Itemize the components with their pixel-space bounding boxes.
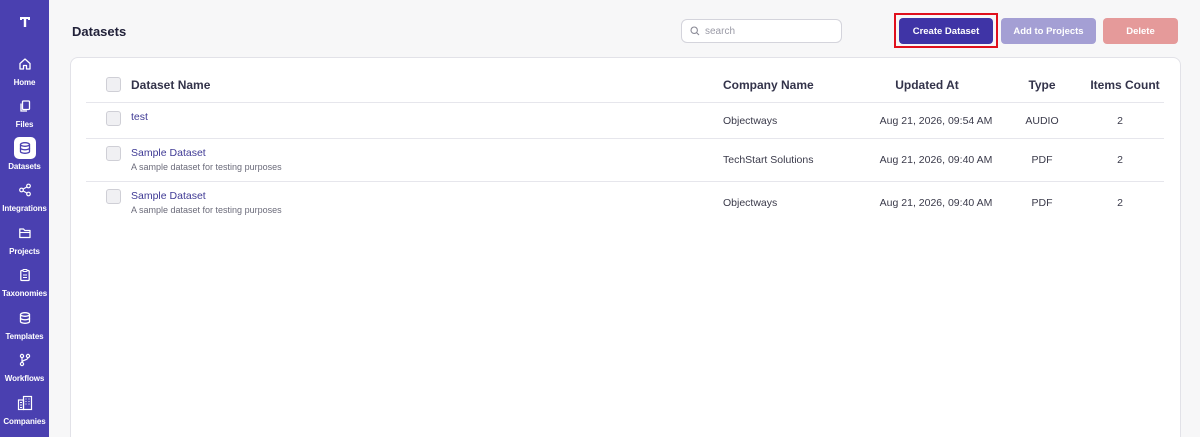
search-box[interactable]: [681, 19, 842, 43]
sidebar-item-label: Templates: [5, 332, 44, 341]
column-header-dataset-name[interactable]: Dataset Name: [131, 78, 210, 92]
header-divider: [86, 102, 1164, 103]
database-icon: [13, 137, 36, 159]
sidebar-item-templates[interactable]: Templates: [0, 306, 49, 348]
sidebar-item-label: Workflows: [4, 374, 45, 383]
sidebar-item-integrations[interactable]: Integrations: [0, 178, 49, 220]
datasets-table-card: [70, 57, 1181, 437]
company-name-cell: Objectways: [723, 115, 778, 127]
column-header-type[interactable]: Type: [1028, 78, 1055, 92]
dataset-name-link[interactable]: Sample Dataset: [131, 190, 206, 202]
home-icon: [14, 53, 36, 75]
row-checkbox[interactable]: [106, 189, 121, 204]
page-title: Datasets: [72, 24, 127, 39]
items-count-cell: 2: [1117, 154, 1123, 166]
delete-button[interactable]: Delete: [1103, 18, 1178, 44]
app-logo[interactable]: [0, 10, 49, 34]
column-header-company-name[interactable]: Company Name: [723, 78, 814, 92]
sidebar: Home Files Datasets Integrations Project…: [0, 0, 49, 437]
type-cell: PDF: [1031, 154, 1053, 166]
share-icon: [14, 179, 36, 201]
column-header-items-count[interactable]: Items Count: [1090, 78, 1159, 92]
updated-at-cell: Aug 21, 2026, 09:40 AM: [879, 197, 993, 209]
sidebar-item-workflows[interactable]: Workflows: [0, 348, 49, 390]
row-checkbox[interactable]: [106, 146, 121, 161]
sidebar-item-datasets[interactable]: Datasets: [0, 136, 49, 178]
logo-icon: [19, 17, 30, 27]
sidebar-item-files[interactable]: Files: [0, 94, 49, 136]
clipboard-icon: [14, 264, 36, 286]
row-divider: [86, 138, 1164, 139]
sidebar-item-label: Integrations: [2, 204, 47, 213]
items-count-cell: 2: [1117, 115, 1123, 127]
folder-icon: [14, 222, 36, 244]
sidebar-item-label: Projects: [9, 247, 40, 256]
type-cell: PDF: [1031, 197, 1053, 209]
database-icon: [14, 307, 36, 329]
add-to-projects-button[interactable]: Add to Projects: [1001, 18, 1096, 44]
sidebar-item-label: Home: [13, 78, 36, 87]
company-name-cell: Objectways: [723, 197, 778, 209]
type-cell: AUDIO: [1025, 115, 1059, 127]
items-count-cell: 2: [1117, 197, 1123, 209]
search-icon: [690, 26, 700, 36]
row-checkbox[interactable]: [106, 111, 121, 126]
dataset-name-link[interactable]: Sample Dataset: [131, 147, 206, 159]
dataset-description: A sample dataset for testing purposes: [131, 205, 282, 215]
column-header-updated-at[interactable]: Updated At: [895, 78, 959, 92]
building-icon: [14, 392, 36, 414]
company-name-cell: TechStart Solutions: [723, 154, 814, 166]
sidebar-item-label: Files: [15, 120, 34, 129]
sidebar-item-label: Taxonomies: [1, 289, 48, 298]
search-input[interactable]: [705, 25, 825, 37]
files-icon: [14, 95, 36, 117]
select-all-checkbox[interactable]: [106, 77, 121, 92]
branch-icon: [14, 349, 36, 371]
dataset-description: A sample dataset for testing purposes: [131, 162, 282, 172]
dataset-name-link[interactable]: test: [131, 111, 148, 123]
sidebar-item-projects[interactable]: Projects: [0, 221, 49, 263]
updated-at-cell: Aug 21, 2026, 09:54 AM: [879, 115, 993, 127]
sidebar-item-companies[interactable]: Companies: [0, 391, 49, 433]
sidebar-item-taxonomies[interactable]: Taxonomies: [0, 263, 49, 305]
sidebar-item-label: Datasets: [8, 162, 41, 171]
sidebar-item-label: Companies: [3, 417, 46, 426]
updated-at-cell: Aug 21, 2026, 09:40 AM: [879, 154, 993, 166]
create-dataset-button[interactable]: Create Dataset: [899, 18, 993, 44]
row-divider: [86, 181, 1164, 182]
sidebar-item-home[interactable]: Home: [0, 52, 49, 94]
